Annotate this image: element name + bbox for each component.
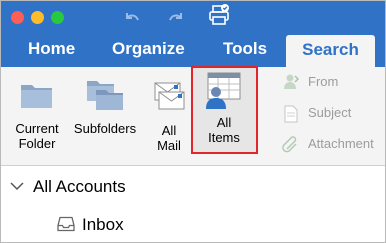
outlook-window: Home Organize Tools Search Current Folde… xyxy=(0,0,386,243)
title-bar: Home Organize Tools Search xyxy=(1,1,385,67)
from-label: From xyxy=(308,74,339,89)
close-window-button[interactable] xyxy=(11,11,24,24)
tab-search-label: Search xyxy=(302,40,359,59)
tab-search[interactable]: Search xyxy=(286,35,375,67)
zoom-window-button[interactable] xyxy=(51,11,64,24)
all-items-icon xyxy=(206,72,241,109)
subject-label: Subject xyxy=(308,105,352,120)
current-folder-label-1: Current xyxy=(15,121,59,136)
attachment-label: Attachment xyxy=(308,136,374,151)
current-folder-label-2: Folder xyxy=(18,136,56,151)
subfolders-label: Subfolders xyxy=(73,121,137,136)
inbox-label: Inbox xyxy=(82,215,124,234)
all-items-label-1: All xyxy=(216,115,232,130)
print-icon[interactable] xyxy=(207,3,231,32)
subfolders-button[interactable]: Subfolders xyxy=(67,77,143,136)
all-mail-label-1: All xyxy=(161,123,177,138)
from-person-icon xyxy=(284,74,300,89)
subject-document-icon xyxy=(284,105,298,123)
subfolders-icon xyxy=(87,81,123,110)
all-accounts-label: All Accounts xyxy=(33,177,126,196)
tab-organize[interactable]: Organize xyxy=(112,39,185,59)
all-items-content: All Items xyxy=(193,71,255,145)
chevron-down-icon[interactable] xyxy=(9,180,25,192)
inbox-icon xyxy=(57,216,75,232)
tab-tools[interactable]: Tools xyxy=(223,39,267,59)
attachment-icon xyxy=(282,136,297,153)
all-items-button[interactable]: All Items xyxy=(191,66,258,154)
all-mail-button[interactable]: All Mail xyxy=(147,80,191,153)
redo-icon[interactable] xyxy=(166,8,186,33)
tab-home[interactable]: Home xyxy=(28,39,75,59)
all-mail-icon xyxy=(154,82,185,110)
all-mail-label-2: Mail xyxy=(157,138,181,153)
minimize-window-button[interactable] xyxy=(31,11,44,24)
undo-icon[interactable] xyxy=(122,8,142,33)
all-items-label-2: Items xyxy=(208,130,240,145)
folder-icon xyxy=(21,85,52,108)
current-folder-button[interactable]: Current Folder xyxy=(9,79,65,151)
